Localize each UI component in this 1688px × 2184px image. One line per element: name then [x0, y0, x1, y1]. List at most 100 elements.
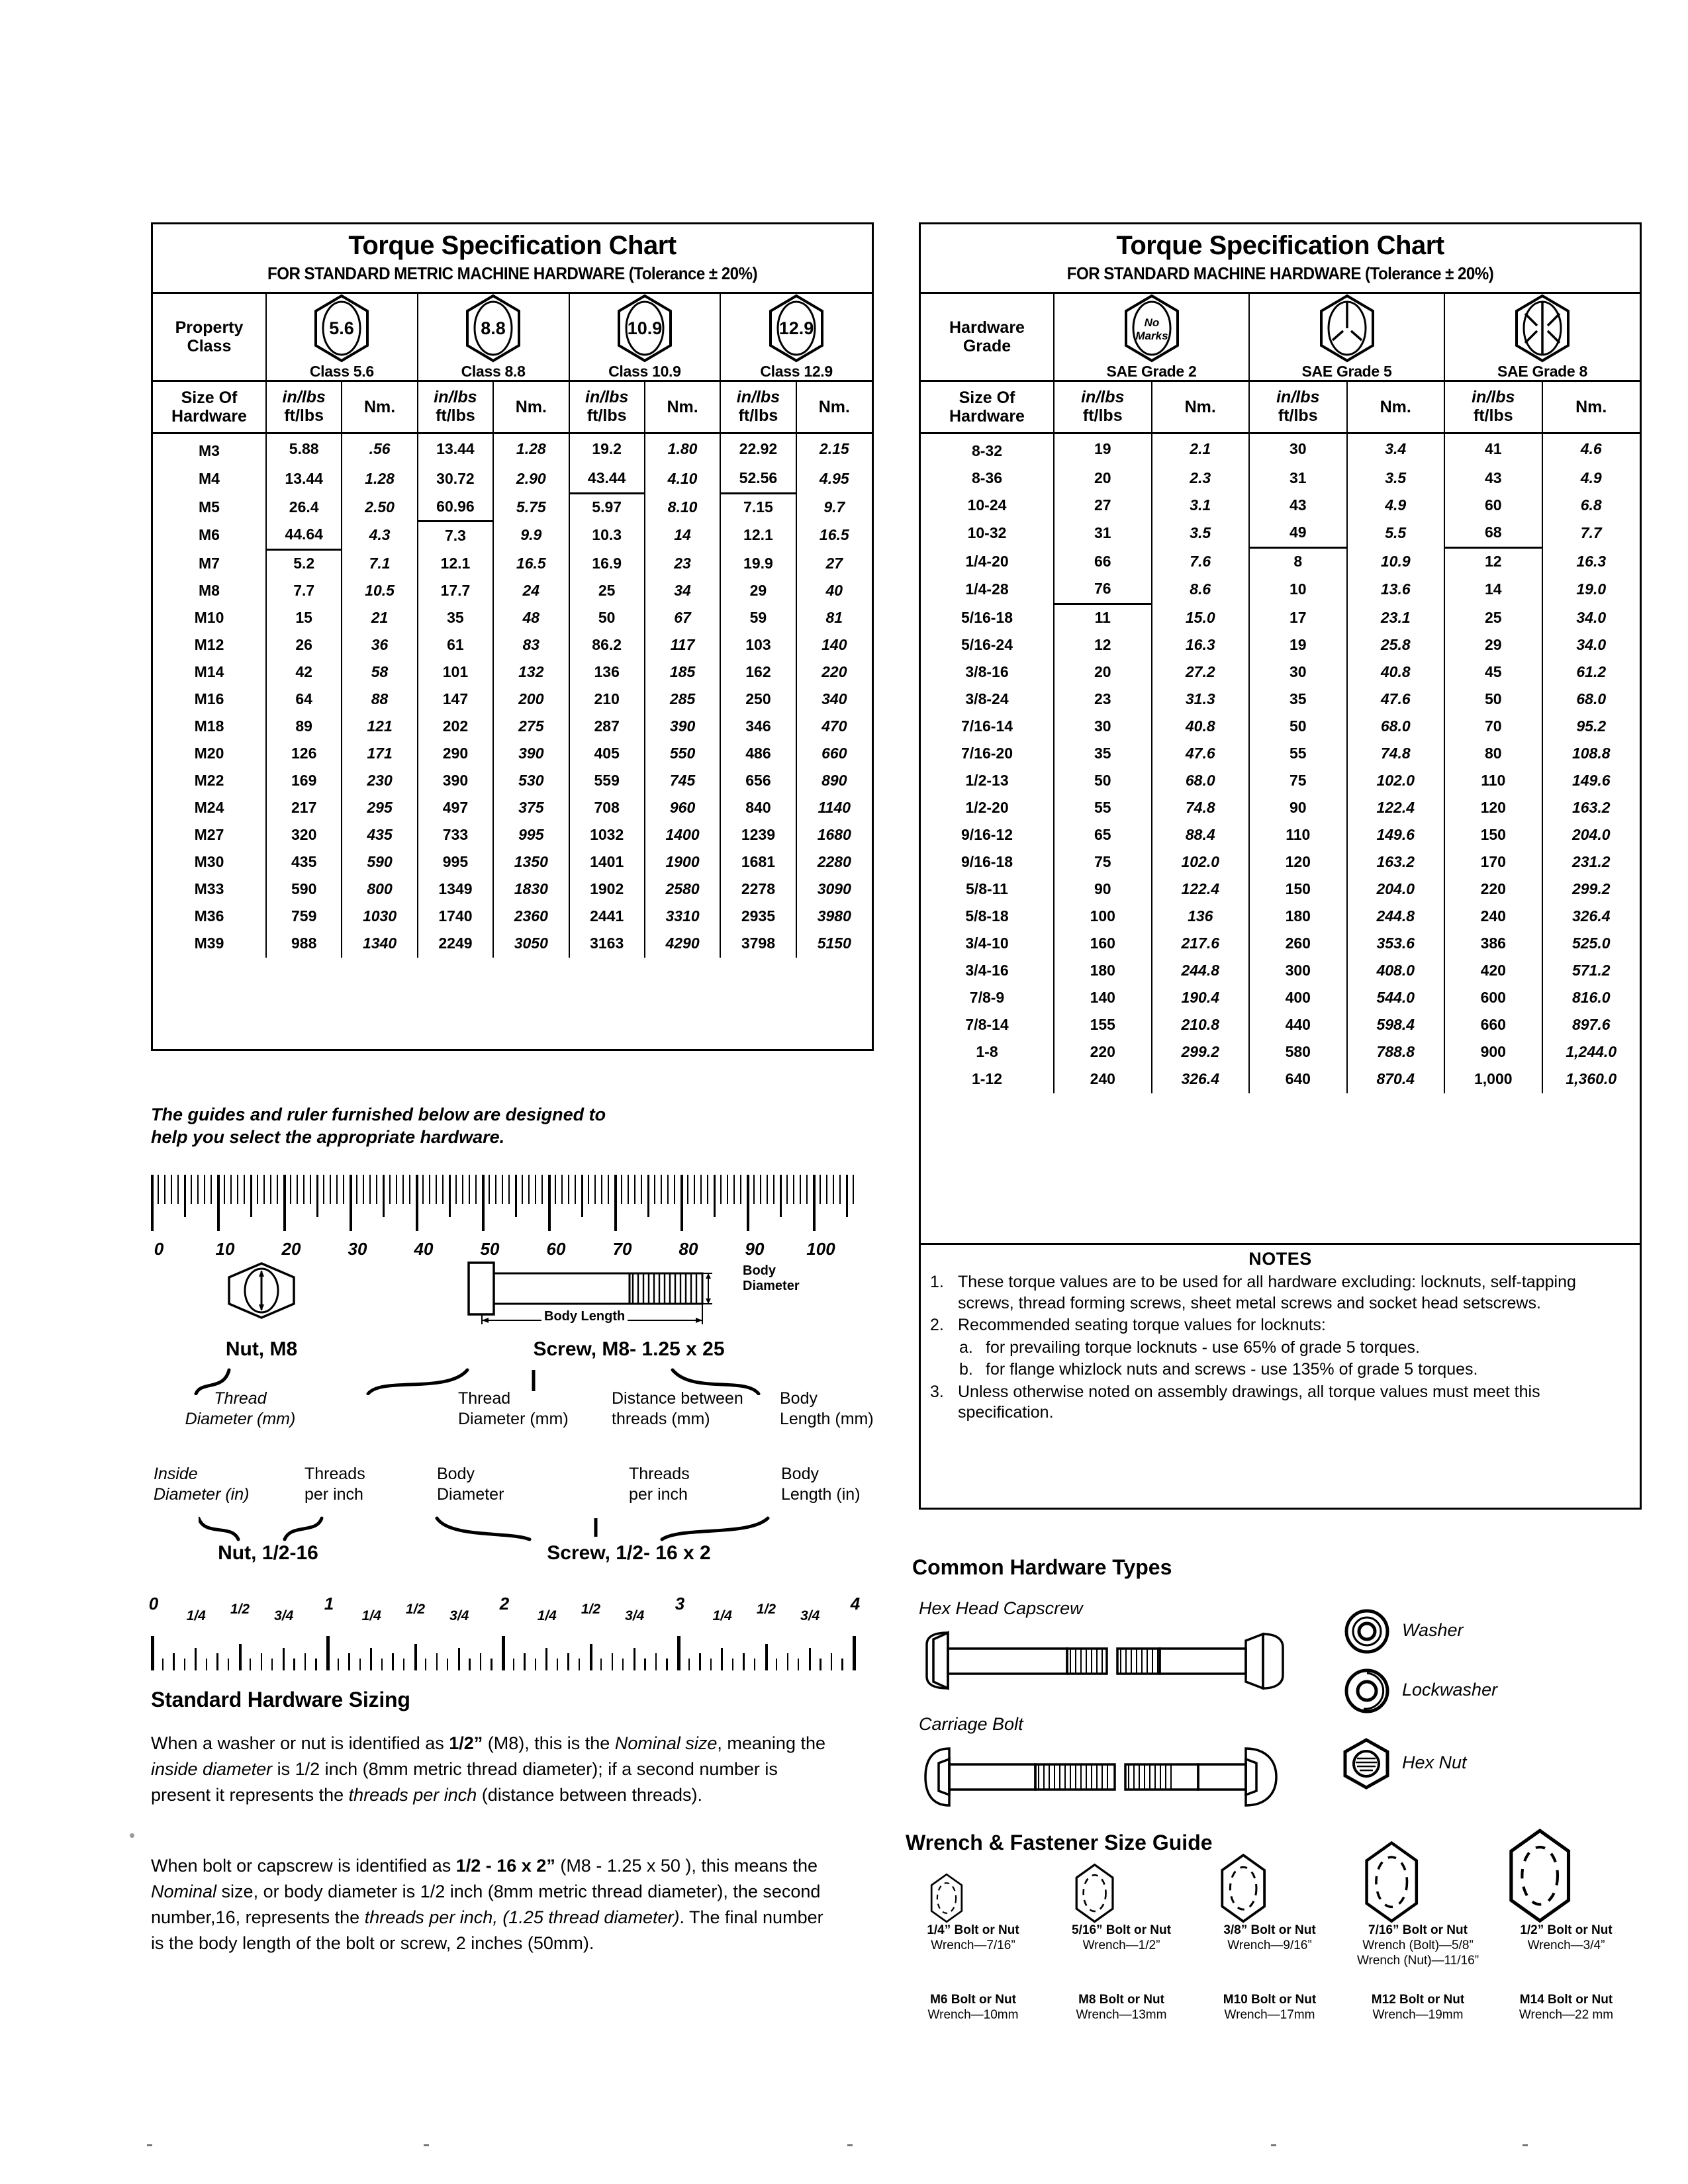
torque-value-imperial: 1349 — [416, 876, 494, 903]
torque-value-nm: 117 — [643, 631, 722, 659]
ruler-tick — [195, 1648, 197, 1670]
torque-value-imperial: 10 — [1248, 575, 1348, 604]
torque-value-imperial: 25 — [1444, 604, 1543, 632]
torque-value-imperial: 31 — [1053, 519, 1152, 548]
torque-value-nm: 204.0 — [1541, 821, 1640, 849]
torque-value-nm: 285 — [643, 686, 722, 713]
torque-value-imperial: 210 — [568, 686, 645, 713]
ruler-tick — [743, 1653, 745, 1670]
torque-value-imperial: 346 — [720, 713, 797, 741]
ruler-tick — [442, 1175, 444, 1204]
ruler-tick — [622, 1659, 624, 1670]
torque-value-imperial: 44.64 — [265, 521, 343, 551]
ruler-tick — [555, 1175, 557, 1204]
ruler-tick — [694, 1175, 696, 1204]
table-row: 5/16-24 12 16.3 19 25.8 29 34.0 — [921, 631, 1640, 659]
ruler-tick — [687, 1175, 689, 1204]
grade-label: Class 5.6 — [309, 363, 374, 380]
millimeter-ruler — [151, 1175, 855, 1231]
torque-value-imperial: 19.9 — [720, 549, 797, 578]
torque-value-nm: 31.3 — [1150, 686, 1250, 713]
wrench-hex-icon-1 — [930, 1873, 963, 1923]
row-size: 5/16-24 — [921, 631, 1055, 659]
torque-value-imperial: 160 — [1053, 930, 1152, 958]
inch-ruler-labels: 0 1 2 3 4 1/4 1/2 3/4 1/4 1/2 3/4 1/4 1/2 3/4 1/4 1/2 3/… — [126, 1594, 874, 1633]
hex-grade-icon: 10.9 — [617, 294, 672, 363]
notes-box: NOTES 1. These torque values are to be us… — [919, 1245, 1642, 1510]
table-row: 1/4-28 76 8.6 10 13.6 14 19.0 — [921, 575, 1640, 605]
torque-value-nm: 995 — [492, 821, 570, 849]
table-row: M12 26 36 61 83 86.2 117 103 140 — [153, 631, 872, 659]
ruler-tick — [567, 1653, 569, 1670]
table-row: M4 13.44 1.28 30.72 2.90 43.44 4.10 52.56 4.95 — [153, 465, 872, 494]
ruler-tick — [348, 1653, 350, 1670]
torque-value-nm: 68.0 — [1150, 767, 1250, 795]
sae-chart-title: Torque Specification Chart — [1116, 231, 1444, 260]
torque-value-imperial: 26.4 — [265, 493, 343, 522]
torque-value-nm: 16.3 — [1541, 547, 1640, 576]
torque-value-nm: 47.6 — [1150, 740, 1250, 768]
note-text: Recommended seating torque values for lo… — [958, 1316, 1326, 1334]
torque-value-imperial: 64 — [265, 686, 343, 713]
ruler-tick — [495, 1175, 497, 1204]
torque-value-imperial: 12 — [1444, 547, 1543, 576]
ruler-tick — [846, 1175, 848, 1217]
torque-value-imperial: 7.15 — [720, 493, 797, 522]
unit-header-metric: Nm. — [1346, 381, 1445, 434]
table-row: 7/8-14 155 210.8 440 598.4 660 897.6 — [921, 1011, 1640, 1039]
torque-value-nm: 140 — [795, 631, 872, 659]
table-row: 9/16-18 75 102.0 120 163.2 170 231.2 — [921, 848, 1640, 876]
ruler-tick — [548, 1175, 551, 1231]
torque-value-imperial: 150 — [1248, 876, 1348, 903]
row-size: 3/4-10 — [921, 930, 1055, 958]
ruler-tick — [753, 1659, 756, 1670]
guides-lead-text: The guides and ruler furnished below are… — [151, 1104, 813, 1149]
torque-value-imperial: 1032 — [568, 821, 645, 849]
torque-value-nm: 1140 — [795, 794, 872, 822]
torque-value-nm: 102.0 — [1150, 848, 1250, 876]
sae-chart-subtitle: FOR STANDARD MACHINE HARDWARE (Tolerance… — [1066, 263, 1494, 283]
ruler-tick — [707, 1175, 709, 1204]
torque-value-imperial: 103 — [720, 631, 797, 659]
inch-ruler-fraction-label: 3/4 — [274, 1608, 294, 1623]
torque-value-imperial: 19 — [1053, 433, 1152, 465]
nut-metric-label: Nut, M8 — [225, 1338, 298, 1360]
ruler-tick — [469, 1659, 471, 1670]
ruler-tick — [211, 1175, 212, 1204]
table-row: 1-8 220 299.2 580 788.8 900 1,244.0 — [921, 1038, 1640, 1066]
grade-label: SAE Grade 5 — [1301, 363, 1392, 380]
torque-value-imperial: 300 — [1248, 957, 1348, 985]
row-size: M3 — [153, 433, 267, 465]
sae-torque-table: Hardware Grade No Marks SAE Grade 2 SAE Grade… — [921, 294, 1640, 1093]
ruler-tick — [641, 1175, 643, 1204]
text-run: inside diameter — [151, 1759, 273, 1780]
torque-value-nm: 1.28 — [341, 465, 418, 494]
torque-value-nm: 7.7 — [1541, 519, 1640, 548]
torque-value-nm: 745 — [643, 767, 722, 795]
torque-value-imperial: 41 — [1444, 433, 1543, 465]
torque-value-nm: 660 — [795, 740, 872, 768]
wrench-bolt-size: 1/2” Bolt or Nut — [1520, 1923, 1613, 1937]
torque-value-nm: 34 — [643, 577, 722, 605]
torque-value-imperial: 559 — [568, 767, 645, 795]
ruler-tick — [688, 1659, 690, 1670]
torque-value-imperial: 220 — [1444, 876, 1543, 903]
torque-value-nm: 24 — [492, 577, 570, 605]
table-row: 10-32 31 3.5 49 5.5 68 7.7 — [921, 519, 1640, 549]
row-size: 8-32 — [921, 433, 1055, 465]
unit-header-metric: Nm. — [1541, 381, 1640, 434]
row-size: 3/8-24 — [921, 686, 1055, 713]
metric-screw-length-legend: Body Length (mm) — [780, 1389, 874, 1428]
ruler-tick — [462, 1175, 464, 1204]
wrench-hex-icon-2 — [1075, 1863, 1114, 1923]
inch-ruler-fraction-label: 1/2 — [756, 1602, 776, 1617]
torque-value-imperial: 1681 — [720, 848, 797, 876]
torque-value-nm: 4290 — [643, 930, 722, 958]
ruler-tick — [666, 1659, 668, 1670]
torque-value-imperial: 435 — [265, 848, 343, 876]
ruler-tick — [402, 1659, 405, 1670]
grade-header-2: SAE Grade 5 — [1248, 294, 1445, 382]
torque-value-nm: .56 — [341, 433, 418, 465]
ruler-tick — [457, 1648, 460, 1670]
torque-value-nm: 4.10 — [643, 465, 722, 494]
